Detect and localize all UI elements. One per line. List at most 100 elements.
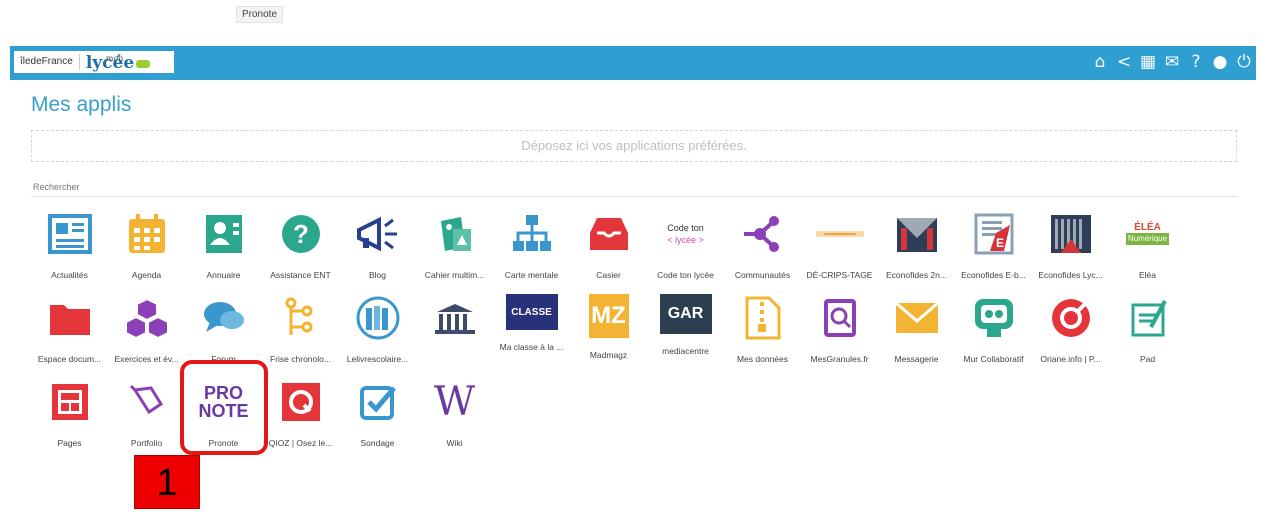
app-annuaire[interactable]: Annuaire — [185, 210, 262, 281]
app-label: Portfolio — [130, 438, 163, 448]
app-casier[interactable]: Casier — [570, 210, 647, 281]
app-mes-donnees[interactable]: Mes données — [724, 294, 801, 365]
app-label: Pad — [1139, 354, 1156, 364]
app-label: Mur Collaboratif — [963, 354, 1024, 364]
app-label: Code ton lycée — [657, 270, 714, 280]
app-assistance-ent[interactable]: ? Assistance ENT — [262, 210, 339, 281]
apps-row-1: Actualités Agenda Annuaire ? Assistance … — [31, 210, 1237, 294]
checkbox-icon — [354, 378, 402, 426]
building-icon — [431, 294, 479, 342]
notebook-media-icon — [431, 210, 479, 258]
logo-group[interactable]: îledeFrance mon lycée — [14, 51, 174, 73]
app-mur-collaboratif[interactable]: Mur Collaboratif — [955, 294, 1032, 365]
page-layout-icon — [46, 378, 94, 426]
books-icon — [354, 294, 402, 342]
app-mesgranules[interactable]: MesGranules.fr — [801, 294, 878, 365]
network-nodes-icon — [739, 210, 787, 258]
pronote-tooltip: Pronote — [236, 6, 284, 23]
app-label: Casier — [596, 270, 621, 280]
app-label: Annuaire — [206, 270, 241, 280]
app-de-crips-tage[interactable]: DÉ-CRIPS-TAGE — [801, 210, 878, 281]
grid-icon[interactable]: ▦ — [1138, 50, 1158, 74]
app-label: Econofides E-b... — [961, 270, 1026, 280]
app-pad[interactable]: Pad — [1109, 294, 1186, 365]
app-label: mediacentre — [662, 346, 709, 356]
app-econofides-lycee[interactable]: Econofides Lyc... — [1032, 210, 1109, 281]
econofides-logo — [893, 210, 941, 258]
app-portfolio[interactable]: Portfolio — [108, 378, 185, 449]
folder-icon — [46, 294, 94, 342]
search-label: Rechercher — [33, 182, 80, 192]
econofides-lycee-logo — [1047, 210, 1095, 258]
oriane-logo — [1047, 294, 1095, 342]
home-icon[interactable]: ⌂ — [1090, 50, 1110, 74]
app-ma-classe-a-la-maison[interactable]: CLASSE Ma classe à la ... — [493, 294, 570, 353]
app-espace-documentaire[interactable]: Espace docum... — [31, 294, 108, 365]
app-messagerie[interactable]: Messagerie — [878, 294, 955, 365]
user-icon[interactable]: ● — [1210, 50, 1230, 74]
power-icon[interactable]: ⏻ — [1234, 50, 1254, 74]
app-label: Espace docum... — [37, 354, 102, 364]
app-label: MesGranules.fr — [810, 354, 869, 364]
contact-card-icon — [200, 210, 248, 258]
app-communautes[interactable]: Communautés — [724, 210, 801, 281]
app-exercices-evaluations[interactable]: Exercices et év... — [108, 294, 185, 365]
favorites-dropzone[interactable]: Déposez ici vos applications préférées. — [31, 130, 1237, 162]
app-econofides-ebook[interactable]: E Econofides E-b... — [955, 210, 1032, 281]
inbox-tray-icon — [585, 210, 633, 258]
app-mediacentre[interactable]: GAR mediacentre — [647, 294, 724, 357]
mail-icon[interactable]: ✉ — [1162, 50, 1182, 74]
app-label: Pages — [57, 438, 82, 448]
pronote-highlight-box — [180, 360, 268, 455]
app-label: Assistance ENT — [270, 270, 331, 280]
app-institution-building[interactable] — [416, 294, 493, 365]
app-label: Oriane.info | P... — [1040, 354, 1101, 364]
app-label: Cahier multim... — [424, 270, 485, 280]
app-label: Econofides Lyc... — [1038, 270, 1103, 280]
search-input[interactable] — [31, 196, 1237, 197]
help-icon[interactable]: ? — [1186, 50, 1206, 74]
madmagz-logo: MZ — [588, 294, 629, 338]
app-madmagz[interactable]: MZ Madmagz — [570, 294, 647, 361]
app-pages[interactable]: Pages — [31, 378, 108, 449]
ma-classe-logo: CLASSE — [505, 294, 558, 330]
svg-text:E: E — [995, 236, 1003, 250]
cart-tilted-icon — [123, 378, 171, 426]
mind-map-icon — [508, 210, 556, 258]
app-label: Exercices et év... — [114, 354, 179, 364]
megaphone-icon — [354, 210, 402, 258]
app-label: Frise chronolo... — [270, 354, 331, 364]
app-oriane[interactable]: Oriane.info | P... — [1032, 294, 1109, 365]
qioz-logo — [277, 378, 325, 426]
app-label: Ma classe à la ... — [499, 342, 564, 352]
newspaper-icon — [46, 210, 94, 258]
share-icon[interactable]: < — [1114, 50, 1134, 74]
envelope-icon — [893, 294, 941, 342]
step-marker: 1 — [134, 455, 200, 509]
header-actions: ⌂ < ▦ ✉ ? ● ⏻ — [1090, 50, 1254, 74]
app-agenda[interactable]: Agenda — [108, 210, 185, 281]
app-sondage[interactable]: Sondage — [339, 378, 416, 449]
app-wiki[interactable]: W Wiki — [416, 378, 493, 449]
app-elea[interactable]: ÉLÉA Numérique Eléa — [1109, 210, 1186, 281]
app-code-ton-lycee[interactable]: Code ton < lycée > Code ton lycée — [647, 210, 724, 281]
app-qioz[interactable]: QIOZ | Osez le... — [262, 378, 339, 449]
page-title: Mes applis — [31, 93, 132, 116]
app-label — [416, 354, 493, 365]
app-blog[interactable]: Blog — [339, 210, 416, 281]
app-label: Communautés — [734, 270, 791, 280]
app-forum[interactable]: Forum — [185, 294, 262, 365]
svg-text:?: ? — [293, 219, 309, 249]
app-frise-chronologique[interactable]: Frise chronolo... — [262, 294, 339, 365]
help-circle-icon: ? — [277, 210, 325, 258]
app-label: Sondage — [360, 438, 395, 448]
app-cahier-multimedia[interactable]: Cahier multim... — [416, 210, 493, 281]
gar-logo: GAR — [659, 294, 712, 334]
app-econofides-2nde[interactable]: Econofides 2n... — [878, 210, 955, 281]
app-actualites[interactable]: Actualités — [31, 210, 108, 281]
app-lelivrescolaire[interactable]: Lelivrescolaire... — [339, 294, 416, 365]
app-label: Agenda — [131, 270, 162, 280]
app-carte-mentale[interactable]: Carte mentale — [493, 210, 570, 281]
app-label: DÉ-CRIPS-TAGE — [806, 270, 873, 280]
zip-file-icon — [739, 294, 787, 342]
